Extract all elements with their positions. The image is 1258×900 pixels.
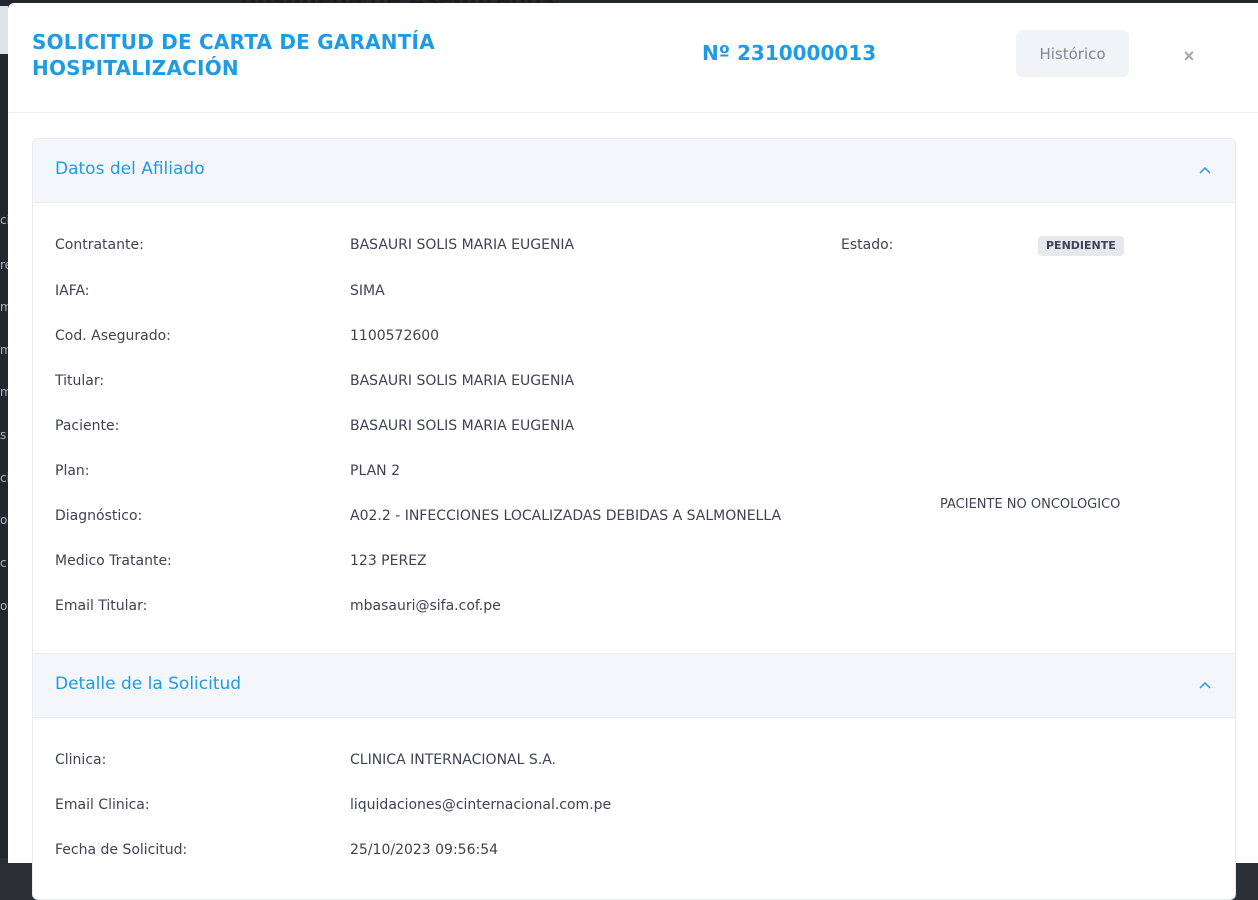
solicitud-number: Nº 2310000013 (702, 41, 877, 65)
background-sidebar-item: m (0, 300, 8, 314)
field-value: BASAURI SOLIS MARIA EUGENIA (350, 418, 575, 434)
field-label: Clinica: (55, 752, 107, 768)
chevron-up-icon[interactable] (1197, 163, 1213, 179)
modal-title: SOLICITUD DE CARTA DE GARANTÍA HOSPITALI… (32, 30, 435, 80)
oncologico-status: PACIENTE NO ONCOLOGICO (940, 497, 1121, 512)
background-sidebar-item: m (0, 385, 8, 399)
field-value: CLINICA INTERNACIONAL S.A. (350, 752, 556, 768)
background-sidebar-item: o (0, 513, 8, 527)
field-value: A02.2 - INFECCIONES LOCALIZADAS DEBIDAS … (350, 508, 782, 524)
field-value: SIMA (350, 283, 385, 299)
modal-header: SOLICITUD DE CARTA DE GARANTÍA HOSPITALI… (8, 3, 1258, 113)
field-value: liquidaciones@cinternacional.com.pe (350, 797, 612, 813)
section-title-detalle: Detalle de la Solicitud (55, 674, 242, 694)
solicitud-modal: SOLICITUD DE CARTA DE GARANTÍA HOSPITALI… (8, 3, 1258, 900)
close-icon[interactable]: × (1178, 45, 1200, 67)
field-label: IAFA: (55, 283, 90, 299)
field-label: Diagnóstico: (55, 508, 143, 524)
background-sidebar-item: re (0, 258, 8, 272)
section-body-detalle: Clinica: CLINICA INTERNACIONAL S.A. Emai… (33, 718, 1235, 899)
status-badge: PENDIENTE (1038, 236, 1124, 256)
field-value: 1100572600 (350, 328, 440, 344)
field-label: Contratante: (55, 237, 144, 253)
section-body-afiliado: Contratante: BASAURI SOLIS MARIA EUGENIA… (33, 203, 1235, 653)
field-value: BASAURI SOLIS MARIA EUGENIA (350, 373, 575, 389)
field-label: Titular: (55, 373, 105, 389)
field-label: Email Clinica: (55, 797, 150, 813)
chevron-up-icon[interactable] (1197, 678, 1213, 694)
field-value: 123 PEREZ (350, 553, 427, 569)
field-value: mbasauri@sifa.cof.pe (350, 598, 501, 614)
field-value: BASAURI SOLIS MARIA EUGENIA (350, 237, 575, 253)
background-sidebar-item: ci (0, 213, 8, 227)
field-label: Email Titular: (55, 598, 148, 614)
section-header-afiliado[interactable]: Datos del Afiliado (33, 139, 1235, 203)
field-label: Fecha de Solicitud: (55, 842, 188, 858)
field-label: Medico Tratante: (55, 553, 172, 569)
background-sidebar-item: c (0, 556, 7, 570)
background-sidebar-item: ot (0, 599, 8, 613)
field-value: PLAN 2 (350, 463, 400, 479)
field-value: 25/10/2023 09:56:54 (350, 842, 499, 858)
field-label: Plan: (55, 463, 90, 479)
background-sidebar-item: m (0, 343, 8, 357)
background-sidebar-item: ci (0, 471, 8, 485)
section-title-afiliado: Datos del Afiliado (55, 159, 205, 179)
solicitud-card: Datos del Afiliado Contratante: BASAURI … (32, 138, 1236, 900)
historico-button[interactable]: Histórico (1016, 30, 1129, 77)
field-label: Cod. Asegurado: (55, 328, 171, 344)
background-logo (0, 6, 8, 54)
background-sidebar-item: s (0, 428, 7, 442)
section-header-detalle[interactable]: Detalle de la Solicitud (33, 653, 1235, 718)
field-label: Paciente: (55, 418, 120, 434)
estado-label: Estado: (841, 237, 894, 253)
